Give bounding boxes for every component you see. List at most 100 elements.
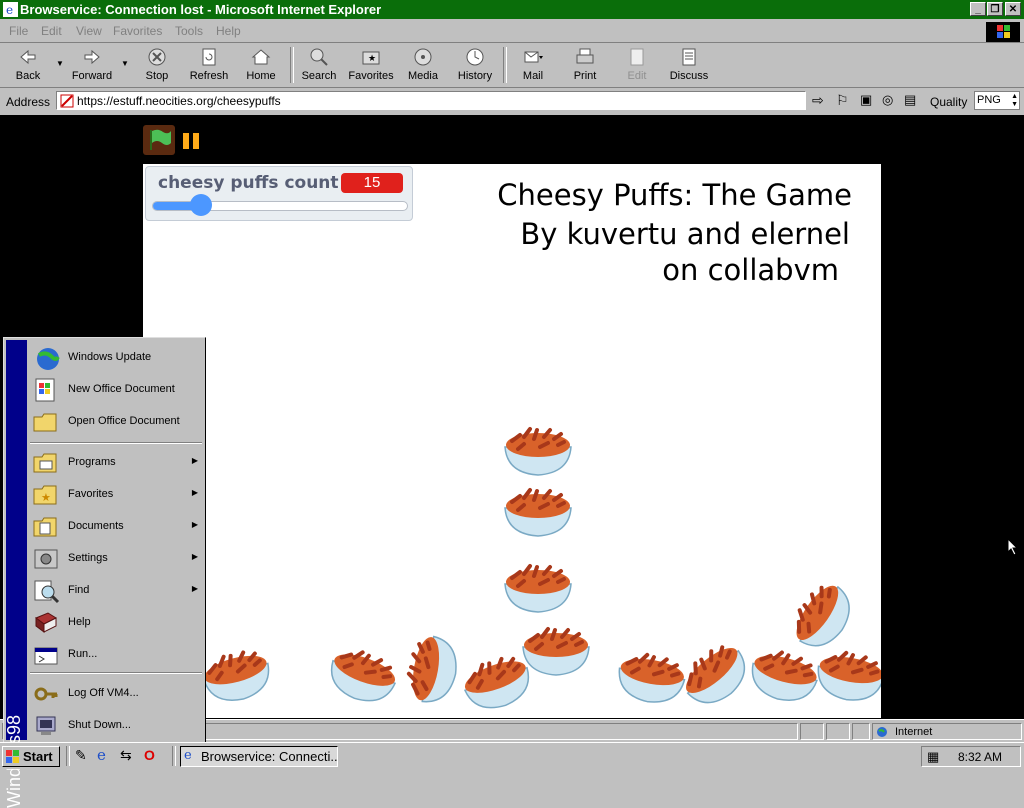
menu-help[interactable]: Help (216, 24, 241, 38)
quicklaunch-ie-icon[interactable]: e (97, 746, 106, 764)
ie-window-icon: e (184, 748, 192, 763)
menu-documents[interactable]: Documents ▶ (28, 511, 204, 541)
menu-separator (30, 442, 202, 444)
start-menu-banner: Windows98 (4, 340, 27, 808)
back-arrow-icon (20, 49, 36, 65)
history-button[interactable]: History (449, 45, 501, 85)
taskbar: Start ✎ e ⇆ O e Browservice: Connecti...… (0, 742, 1024, 769)
menu-favorites[interactable]: Favorites (113, 24, 162, 38)
home-button[interactable]: Home (235, 45, 287, 85)
submenu-arrow-icon: ▶ (191, 584, 198, 593)
taskbar-separator (172, 746, 176, 766)
binoculars-icon[interactable]: ◎ (882, 92, 893, 108)
settings-icon (34, 549, 58, 569)
mail-icon (524, 51, 543, 63)
cheesy-puffs-bowl (783, 574, 863, 660)
quality-spinner-icon[interactable]: ▲ ▼ (1011, 93, 1018, 109)
menu-settings[interactable]: Settings ▶ (28, 543, 204, 573)
close-button[interactable]: ✕ (1005, 2, 1021, 16)
pause-button[interactable] (182, 132, 200, 153)
discuss-icon (682, 48, 696, 66)
start-button[interactable]: Start (2, 746, 60, 767)
title-bar[interactable]: e Browservice: Connection lost - Microso… (0, 0, 1024, 19)
favorites-folder-icon: ★ (362, 51, 380, 65)
game-stage[interactable]: cheesy puffs count 15 Cheesy Puffs: The … (143, 164, 881, 718)
menu-open-office-document[interactable]: Open Office Document (28, 406, 204, 436)
shut-down-computer-icon (36, 716, 56, 735)
forward-dropdown-icon[interactable]: ▼ (121, 59, 129, 68)
search-icon (310, 48, 328, 66)
address-input[interactable]: https://estuff.neocities.org/cheesypuffs (56, 91, 806, 110)
find-icon (34, 580, 60, 604)
search-button[interactable]: Search (293, 45, 345, 85)
favorites-button[interactable]: ★ Favorites (345, 45, 397, 85)
menu-help[interactable]: Help (28, 607, 204, 637)
back-dropdown-icon[interactable]: ▼ (56, 59, 64, 68)
menu-new-office-document[interactable]: New Office Document (28, 374, 204, 404)
go-arrow-icon[interactable]: ⇨ (812, 92, 824, 109)
show-desktop-icon[interactable]: ✎ (75, 747, 87, 764)
menu-find[interactable]: Find ▶ (28, 575, 204, 605)
submenu-arrow-icon: ▶ (191, 552, 198, 561)
quicklaunch-opera-icon[interactable]: O (144, 747, 155, 763)
media-button[interactable]: Media (397, 45, 449, 85)
restore-button[interactable]: ❐ (987, 2, 1003, 16)
edit-button[interactable]: Edit (611, 45, 663, 85)
svg-text:★: ★ (41, 492, 51, 504)
documents-folder-icon (33, 517, 57, 537)
discuss-button[interactable]: Discuss (663, 45, 715, 85)
minimize-button[interactable]: _ (970, 2, 986, 16)
cheesy-puffs-layer (197, 427, 881, 718)
cheesy-puffs-bowl (503, 488, 573, 538)
stop-button[interactable]: Stop (131, 45, 183, 85)
broken-page-icon (60, 94, 74, 108)
menu-tools[interactable]: Tools (175, 24, 203, 38)
clock[interactable]: 8:32 AM (958, 750, 1002, 764)
submenu-arrow-icon: ▶ (191, 520, 198, 529)
svg-text:e: e (6, 3, 13, 17)
menu-programs[interactable]: Programs ▶ (28, 447, 204, 477)
green-flag-button[interactable] (143, 125, 175, 155)
window-title: Browservice: Connection lost - Microsoft… (20, 2, 382, 17)
windows-logo-icon (6, 750, 19, 763)
back-button[interactable]: Back (2, 45, 54, 85)
refresh-button[interactable]: Refresh (183, 45, 235, 85)
status-cell (826, 723, 850, 740)
menu-view[interactable]: View (76, 24, 102, 38)
refresh-icon (202, 48, 216, 66)
favorites-folder-icon: ★ (33, 485, 57, 505)
status-cell (852, 723, 870, 740)
zone-cell: Internet (872, 723, 1022, 740)
print-button[interactable]: Print (559, 45, 611, 85)
page-icon[interactable]: ▣ (860, 92, 872, 108)
ie-logo-icon: e (3, 2, 18, 17)
menu-file[interactable]: File (9, 24, 28, 38)
menu-shut-down[interactable]: Shut Down... (28, 710, 204, 740)
forward-button[interactable]: Forward (66, 45, 118, 85)
start-menu: Windows98 Windows Update New Office Docu… (3, 337, 206, 808)
new-document-icon (35, 378, 55, 402)
bookmark-icon[interactable]: ⚐ (836, 92, 849, 109)
submenu-arrow-icon: ▶ (191, 456, 198, 465)
windows-throbber-icon (986, 22, 1020, 42)
menu-windows-update[interactable]: Windows Update (28, 342, 204, 372)
cheesy-puffs-bowl (521, 627, 591, 677)
menu-favorites[interactable]: ★ Favorites ▶ (28, 479, 204, 509)
menu-run[interactable]: Run... (28, 639, 204, 669)
menu-separator (30, 672, 202, 674)
cheesy-puffs-bowl (503, 564, 573, 614)
mail-button[interactable]: Mail (507, 45, 559, 85)
menu-log-off[interactable]: Log Off VM4... (28, 678, 204, 708)
programs-folder-icon (33, 453, 57, 473)
submenu-arrow-icon: ▶ (191, 488, 198, 497)
cheesy-puffs-bowl (743, 644, 824, 710)
green-flag-icon (150, 129, 171, 150)
cheesy-puffs-bowl (811, 646, 881, 708)
clipboard-icon[interactable]: ▤ (904, 92, 916, 108)
quicklaunch-channels-icon[interactable]: ⇆ (120, 747, 132, 764)
menu-edit[interactable]: Edit (41, 24, 62, 38)
quality-select[interactable]: PNG ▲ ▼ (974, 91, 1020, 110)
taskbar-window-button[interactable]: e Browservice: Connecti... (180, 746, 338, 767)
run-icon (34, 647, 58, 665)
tray-scheduler-icon[interactable]: ▦ (927, 749, 939, 765)
